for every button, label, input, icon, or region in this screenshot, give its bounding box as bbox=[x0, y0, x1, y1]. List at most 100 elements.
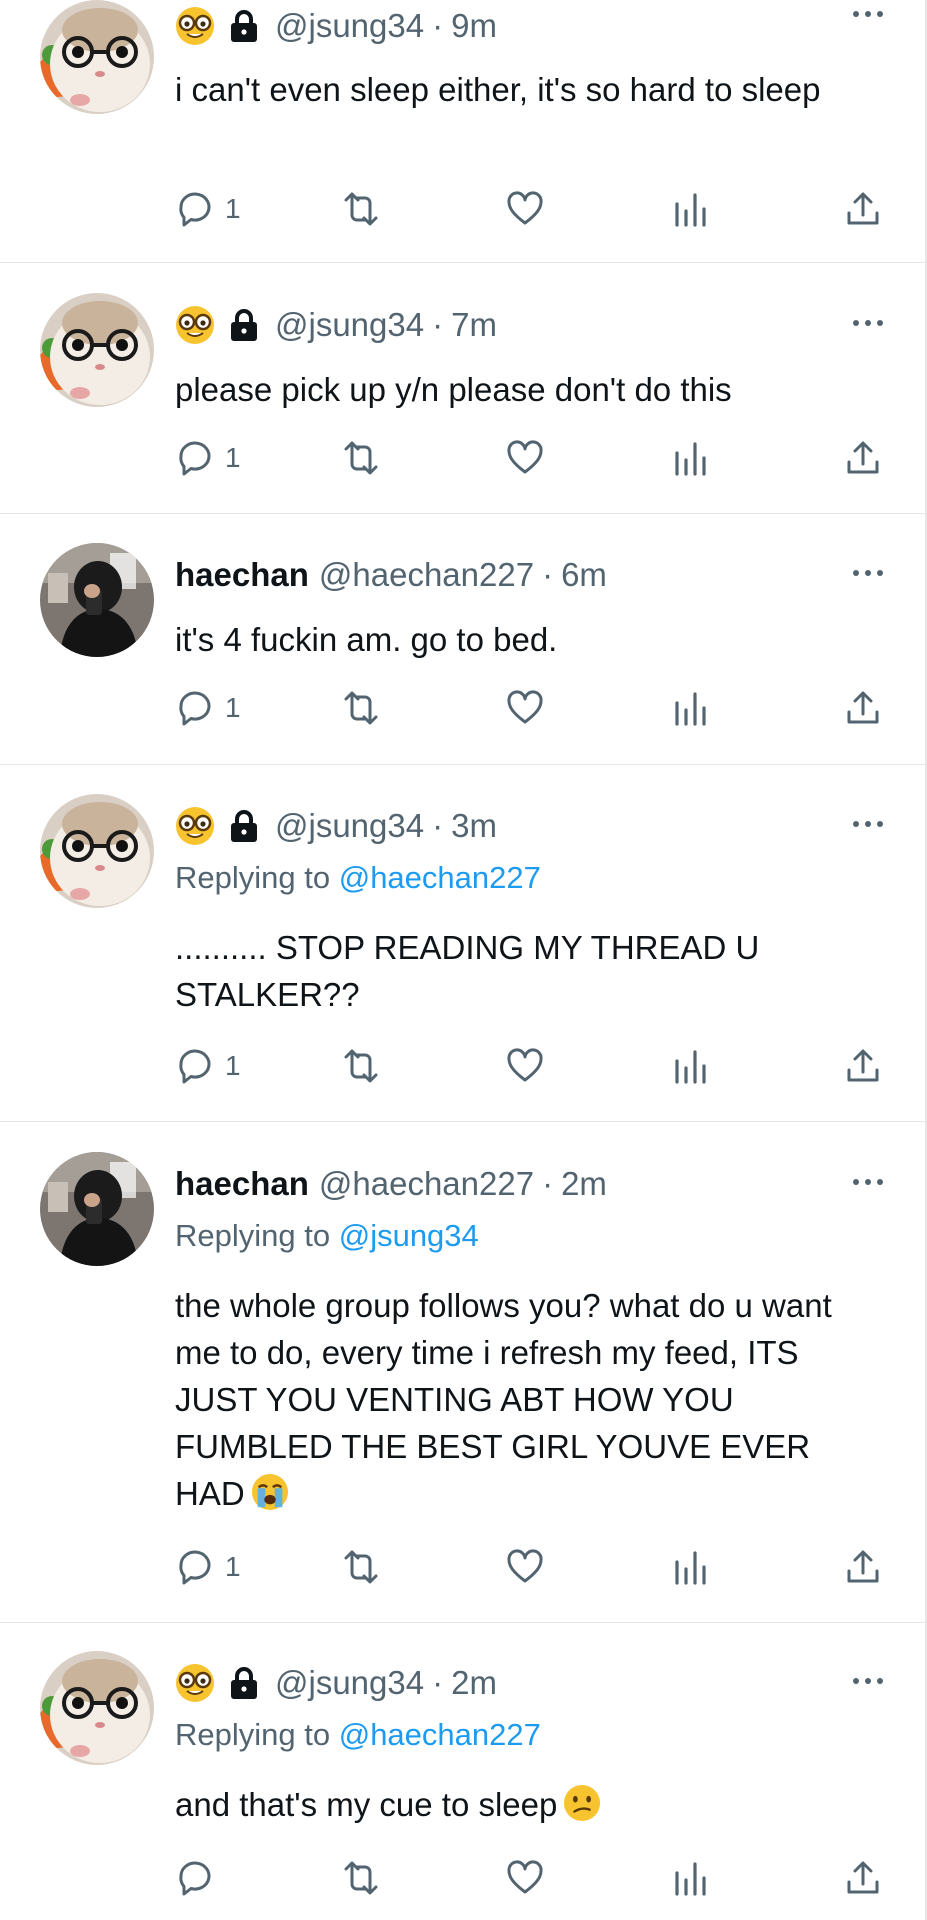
like-button[interactable] bbox=[505, 685, 545, 731]
avatar-haechan227[interactable] bbox=[40, 543, 154, 657]
divider bbox=[0, 262, 925, 263]
lock-icon bbox=[229, 1666, 259, 1700]
divider bbox=[0, 764, 925, 765]
like-button[interactable] bbox=[505, 435, 545, 481]
more-options-icon[interactable] bbox=[851, 818, 885, 830]
retweet-button[interactable] bbox=[338, 435, 384, 481]
lock-icon bbox=[229, 9, 259, 43]
tweet-card[interactable]: @jsung34 · 3m Replying to @haechan227 ..… bbox=[0, 794, 925, 1122]
share-button[interactable] bbox=[843, 1855, 883, 1901]
user-handle[interactable]: @jsung34 bbox=[275, 1664, 424, 1702]
tweet-card[interactable]: @jsung34 · 7m please pick up y/n please … bbox=[0, 293, 925, 514]
views-button[interactable] bbox=[670, 1043, 710, 1089]
replying-to-mention[interactable]: @jsung34 bbox=[339, 1218, 479, 1253]
views-button[interactable] bbox=[670, 435, 710, 481]
avatar-jsung34[interactable] bbox=[40, 0, 154, 114]
separator-dot: · bbox=[432, 807, 444, 844]
more-options-icon[interactable] bbox=[851, 1675, 885, 1687]
reply-button[interactable]: 1 bbox=[175, 435, 241, 481]
heart-icon bbox=[505, 1046, 545, 1086]
replying-to: Replying to @jsung34 bbox=[175, 1218, 479, 1254]
confused-face-emoji-icon bbox=[563, 1784, 601, 1822]
retweet-icon bbox=[338, 189, 384, 229]
share-button[interactable] bbox=[843, 1043, 883, 1089]
tweet-header: @jsung34 · 3m bbox=[175, 806, 497, 846]
timestamp[interactable]: 2m bbox=[451, 1664, 497, 1702]
replying-to-mention[interactable]: @haechan227 bbox=[339, 860, 541, 895]
timestamp[interactable]: 6m bbox=[561, 556, 607, 594]
more-options-icon[interactable] bbox=[851, 1176, 885, 1188]
replying-to-mention[interactable]: @haechan227 bbox=[339, 1717, 541, 1752]
reply-button[interactable]: 1 bbox=[175, 186, 241, 232]
tweet-card[interactable]: @jsung34 · 2m Replying to @haechan227 an… bbox=[0, 1651, 925, 1920]
more-options-icon[interactable] bbox=[851, 8, 885, 20]
avatar-jsung34[interactable] bbox=[40, 1651, 154, 1765]
more-options-icon[interactable] bbox=[851, 567, 885, 579]
like-button[interactable] bbox=[505, 186, 545, 232]
views-button[interactable] bbox=[670, 1544, 710, 1590]
views-icon bbox=[670, 1547, 710, 1587]
tweet-header: @jsung34 · 7m bbox=[175, 305, 497, 345]
retweet-button[interactable] bbox=[338, 186, 384, 232]
retweet-button[interactable] bbox=[338, 685, 384, 731]
tweet-text: it's 4 fuckin am. go to bed. bbox=[175, 621, 558, 658]
display-name[interactable]: haechan bbox=[175, 556, 309, 594]
reply-icon bbox=[175, 438, 215, 478]
divider bbox=[0, 513, 925, 514]
views-button[interactable] bbox=[670, 1855, 710, 1901]
timestamp[interactable]: 7m bbox=[451, 306, 497, 344]
share-button[interactable] bbox=[843, 435, 883, 481]
display-name[interactable]: haechan bbox=[175, 1165, 309, 1203]
timeline: @jsung34 · 9m i can't even sleep either,… bbox=[0, 0, 925, 1920]
avatar-haechan227[interactable] bbox=[40, 1152, 154, 1266]
replying-to-label: Replying to bbox=[175, 1218, 331, 1253]
more-options-icon[interactable] bbox=[851, 317, 885, 329]
retweet-button[interactable] bbox=[338, 1544, 384, 1590]
avatar-jsung34[interactable] bbox=[40, 293, 154, 407]
share-icon bbox=[843, 1046, 883, 1086]
heart-icon bbox=[505, 688, 545, 728]
reply-button[interactable]: 1 bbox=[175, 685, 241, 731]
tweet-text: please pick up y/n please don't do this bbox=[175, 371, 732, 408]
timestamp[interactable]: 3m bbox=[451, 807, 497, 845]
user-handle[interactable]: @jsung34 bbox=[275, 306, 424, 344]
like-button[interactable] bbox=[505, 1544, 545, 1590]
user-handle[interactable]: @jsung34 bbox=[275, 7, 424, 45]
tweet-text: the whole group follows you? what do u w… bbox=[175, 1282, 865, 1517]
reply-button[interactable] bbox=[175, 1855, 225, 1901]
views-button[interactable] bbox=[670, 186, 710, 232]
tweet-card[interactable]: haechan @haechan227 · 6m it's 4 fuckin a… bbox=[0, 543, 925, 765]
share-button[interactable] bbox=[843, 685, 883, 731]
person-avatar-icon bbox=[40, 543, 154, 657]
like-button[interactable] bbox=[505, 1855, 545, 1901]
reply-button[interactable]: 1 bbox=[175, 1043, 241, 1089]
retweet-button[interactable] bbox=[338, 1855, 384, 1901]
tweet-card[interactable]: @jsung34 · 9m i can't even sleep either,… bbox=[0, 0, 925, 263]
share-button[interactable] bbox=[843, 1544, 883, 1590]
lock-icon bbox=[229, 809, 259, 843]
tweet-actions: 1 bbox=[175, 1544, 885, 1590]
retweet-icon bbox=[338, 438, 384, 478]
timestamp[interactable]: 2m bbox=[561, 1165, 607, 1203]
reply-icon bbox=[175, 1547, 215, 1587]
heart-icon bbox=[505, 438, 545, 478]
tweet-header: @jsung34 · 9m bbox=[175, 6, 497, 46]
like-button[interactable] bbox=[505, 1043, 545, 1089]
user-handle[interactable]: @haechan227 bbox=[319, 1165, 534, 1203]
nerd-face-emoji-icon bbox=[175, 6, 215, 46]
hamster-avatar-icon bbox=[40, 794, 154, 908]
tweet-actions: 1 bbox=[175, 685, 885, 731]
timestamp[interactable]: 9m bbox=[451, 7, 497, 45]
tweet-card[interactable]: haechan @haechan227 · 2m Replying to @js… bbox=[0, 1152, 925, 1623]
retweet-button[interactable] bbox=[338, 1043, 384, 1089]
tweet-header: @jsung34 · 2m bbox=[175, 1663, 497, 1703]
user-handle[interactable]: @haechan227 bbox=[319, 556, 534, 594]
lock-icon bbox=[229, 308, 259, 342]
reply-button[interactable]: 1 bbox=[175, 1544, 241, 1590]
user-handle[interactable]: @jsung34 bbox=[275, 807, 424, 845]
hamster-avatar-icon bbox=[40, 293, 154, 407]
views-button[interactable] bbox=[670, 685, 710, 731]
share-button[interactable] bbox=[843, 186, 883, 232]
avatar-jsung34[interactable] bbox=[40, 794, 154, 908]
share-icon bbox=[843, 189, 883, 229]
